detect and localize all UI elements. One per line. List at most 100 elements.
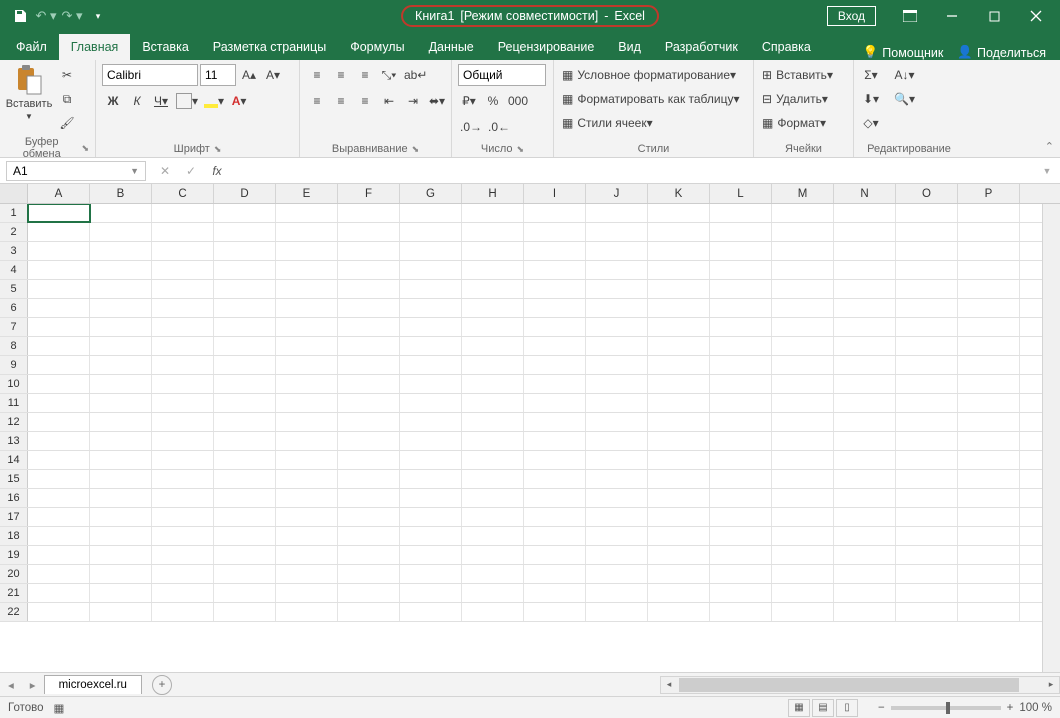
- cell[interactable]: [214, 318, 276, 336]
- cell[interactable]: [276, 413, 338, 431]
- cell[interactable]: [400, 223, 462, 241]
- cell[interactable]: [648, 565, 710, 583]
- cell[interactable]: [586, 261, 648, 279]
- cell[interactable]: [338, 223, 400, 241]
- enter-formula-icon[interactable]: ✓: [178, 164, 204, 178]
- cell[interactable]: [586, 489, 648, 507]
- cell[interactable]: [28, 204, 90, 222]
- currency-icon[interactable]: ₽▾: [458, 90, 480, 112]
- qat-customize-icon[interactable]: ▾: [86, 4, 110, 28]
- cell[interactable]: [586, 356, 648, 374]
- cell-styles-button[interactable]: ▦ Стили ячеек ▾: [560, 112, 747, 134]
- cell[interactable]: [834, 261, 896, 279]
- sheet-nav-prev-icon[interactable]: ◂: [0, 678, 22, 692]
- cell[interactable]: [710, 451, 772, 469]
- cell[interactable]: [958, 261, 1020, 279]
- column-header[interactable]: L: [710, 184, 772, 203]
- cell[interactable]: [152, 508, 214, 526]
- cell[interactable]: [896, 470, 958, 488]
- cell[interactable]: [710, 299, 772, 317]
- cell[interactable]: [648, 508, 710, 526]
- cell[interactable]: [214, 337, 276, 355]
- cell[interactable]: [586, 527, 648, 545]
- cell[interactable]: [896, 489, 958, 507]
- cell[interactable]: [524, 394, 586, 412]
- bold-button[interactable]: Ж: [102, 90, 124, 112]
- cell[interactable]: [214, 204, 276, 222]
- row-header[interactable]: 10: [0, 375, 28, 393]
- horizontal-scrollbar[interactable]: ◂ ▸: [660, 676, 1060, 694]
- cell[interactable]: [90, 413, 152, 431]
- tab-главная[interactable]: Главная: [59, 34, 131, 60]
- orientation-icon[interactable]: ⤡▾: [378, 64, 400, 86]
- cell[interactable]: [338, 261, 400, 279]
- cell[interactable]: [400, 318, 462, 336]
- cell[interactable]: [958, 451, 1020, 469]
- cell[interactable]: [710, 527, 772, 545]
- cell[interactable]: [896, 280, 958, 298]
- cell[interactable]: [524, 451, 586, 469]
- hscroll-left-icon[interactable]: ◂: [661, 679, 677, 690]
- cell[interactable]: [524, 432, 586, 450]
- fill-icon[interactable]: ⬇▾: [860, 88, 882, 110]
- cell[interactable]: [896, 394, 958, 412]
- cell[interactable]: [586, 546, 648, 564]
- vertical-scrollbar[interactable]: [1042, 204, 1060, 672]
- cell[interactable]: [524, 565, 586, 583]
- cell[interactable]: [28, 337, 90, 355]
- zoom-out-icon[interactable]: −: [878, 702, 885, 714]
- macro-record-icon[interactable]: ▦: [54, 701, 65, 715]
- column-header[interactable]: A: [28, 184, 90, 203]
- cell[interactable]: [896, 299, 958, 317]
- cell[interactable]: [586, 508, 648, 526]
- clipboard-launcher-icon[interactable]: ⬊: [81, 143, 89, 154]
- collapse-ribbon-icon[interactable]: ⌃: [1045, 140, 1054, 153]
- cell[interactable]: [524, 223, 586, 241]
- cell[interactable]: [958, 337, 1020, 355]
- number-launcher-icon[interactable]: ⬊: [517, 144, 525, 155]
- cell[interactable]: [896, 565, 958, 583]
- cell[interactable]: [524, 508, 586, 526]
- cell[interactable]: [586, 318, 648, 336]
- cell[interactable]: [152, 318, 214, 336]
- cell[interactable]: [28, 394, 90, 412]
- cell[interactable]: [462, 223, 524, 241]
- cell[interactable]: [152, 242, 214, 260]
- cell[interactable]: [958, 356, 1020, 374]
- select-all-corner[interactable]: [0, 184, 28, 203]
- cell[interactable]: [958, 280, 1020, 298]
- cell[interactable]: [896, 584, 958, 602]
- borders-icon[interactable]: ▾: [174, 90, 200, 112]
- cell[interactable]: [338, 508, 400, 526]
- cell[interactable]: [276, 603, 338, 621]
- column-header[interactable]: C: [152, 184, 214, 203]
- cell[interactable]: [896, 508, 958, 526]
- cell[interactable]: [90, 489, 152, 507]
- cell[interactable]: [710, 375, 772, 393]
- cell[interactable]: [276, 584, 338, 602]
- cell[interactable]: [896, 603, 958, 621]
- cell[interactable]: [90, 432, 152, 450]
- cell[interactable]: [214, 489, 276, 507]
- row-header[interactable]: 16: [0, 489, 28, 507]
- cell[interactable]: [834, 451, 896, 469]
- cell[interactable]: [834, 242, 896, 260]
- cell[interactable]: [462, 527, 524, 545]
- cell[interactable]: [462, 546, 524, 564]
- save-icon[interactable]: [8, 4, 32, 28]
- cell[interactable]: [958, 470, 1020, 488]
- cell[interactable]: [834, 413, 896, 431]
- cell[interactable]: [214, 546, 276, 564]
- cell[interactable]: [772, 394, 834, 412]
- cell[interactable]: [400, 280, 462, 298]
- decrease-indent-icon[interactable]: ⇤: [378, 90, 400, 112]
- tab-вид[interactable]: Вид: [606, 34, 653, 60]
- cell[interactable]: [462, 375, 524, 393]
- row-header[interactable]: 17: [0, 508, 28, 526]
- cell[interactable]: [772, 489, 834, 507]
- cell[interactable]: [958, 413, 1020, 431]
- cell[interactable]: [462, 318, 524, 336]
- cell[interactable]: [834, 432, 896, 450]
- cell[interactable]: [90, 603, 152, 621]
- cell[interactable]: [152, 527, 214, 545]
